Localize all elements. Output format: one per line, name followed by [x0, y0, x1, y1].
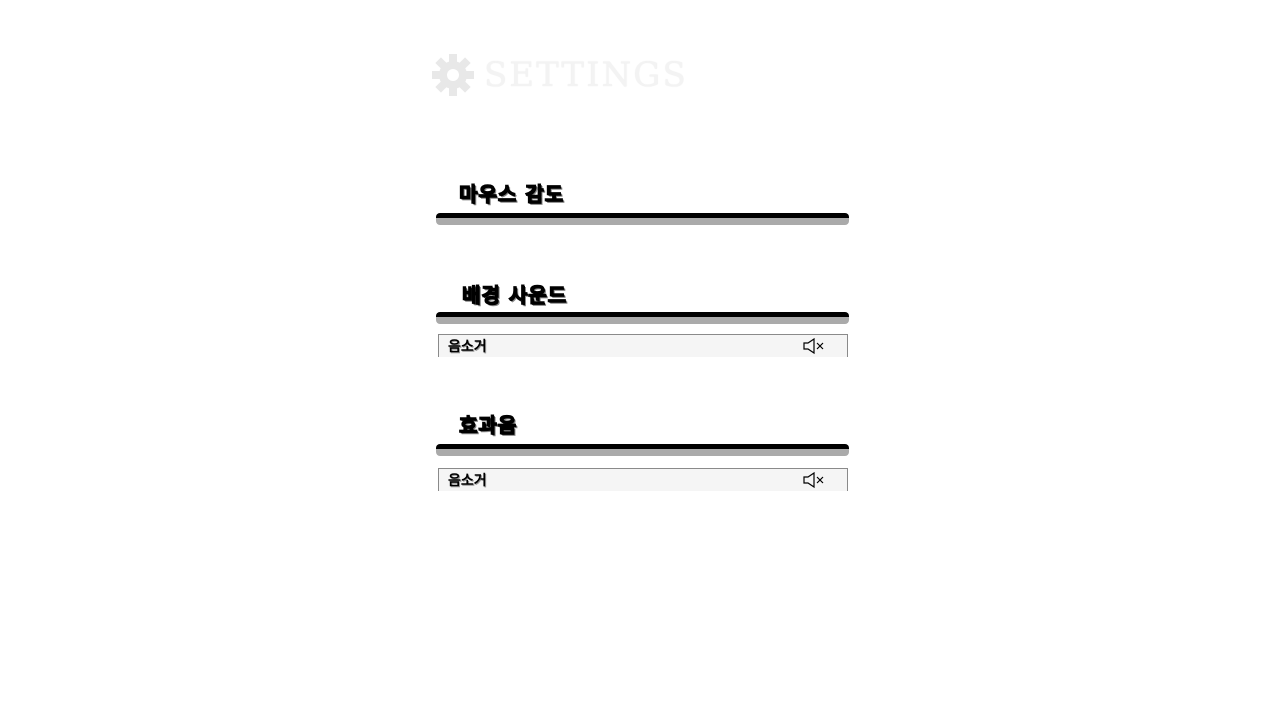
settings-page: SETTINGS 마우스 감도 배경 사운드 음소거 효과음 음소거: [0, 0, 1280, 720]
section-label-mouse-sensitivity: 마우스 감도: [459, 182, 564, 207]
page-title: SETTINGS: [484, 55, 688, 95]
background-sound-slider[interactable]: [436, 312, 849, 324]
speaker-muted-icon[interactable]: [802, 471, 826, 489]
background-sound-mute-toggle[interactable]: 음소거: [438, 334, 848, 357]
gear-icon: [432, 54, 474, 96]
speaker-muted-icon[interactable]: [802, 337, 826, 355]
mute-label: 음소거: [448, 339, 487, 355]
section-label-sound-effects: 효과음: [458, 413, 518, 438]
sound-effects-slider[interactable]: [436, 444, 849, 456]
section-label-background-sound: 배경 사운드: [462, 283, 567, 308]
mute-label: 음소거: [448, 473, 487, 489]
settings-header: SETTINGS: [430, 52, 688, 98]
sound-effects-mute-toggle[interactable]: 음소거: [438, 468, 848, 491]
mouse-sensitivity-slider[interactable]: [436, 213, 849, 225]
